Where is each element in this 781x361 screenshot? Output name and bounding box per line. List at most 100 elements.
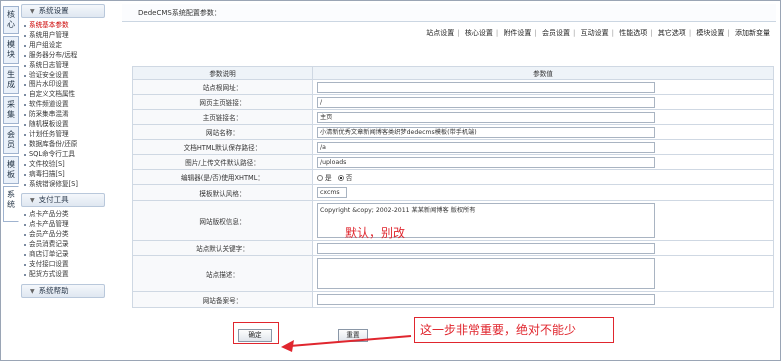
vtab-core[interactable]: 核心: [3, 6, 19, 34]
tab-attachment[interactable]: 附件设置: [503, 29, 531, 37]
menu-item[interactable]: 软件频道设置: [21, 100, 105, 110]
page-title: DedeCMS系统配置参数：: [122, 4, 776, 22]
menu-item[interactable]: 系统用户管理: [21, 31, 105, 41]
tab-other[interactable]: 其它选项: [658, 29, 686, 37]
vtab-member[interactable]: 会员: [3, 126, 19, 154]
menu-item[interactable]: 计划任务管理: [21, 130, 105, 140]
menu-item[interactable]: 支付接口设置: [21, 260, 105, 270]
row-label: 站点默认关键字：: [132, 240, 313, 256]
html-path-input[interactable]: /a: [317, 141, 655, 153]
table-row: 网页主页链接： /: [132, 94, 774, 110]
menu-item[interactable]: 会员产品分类: [21, 230, 105, 240]
menu-item[interactable]: 病毒扫描[S]: [21, 170, 105, 180]
chevron-down-icon: ▼: [30, 287, 35, 295]
menu-item[interactable]: 用户组设定: [21, 41, 105, 51]
tab-separator: |: [573, 29, 576, 37]
menu-item[interactable]: 随机模板设置: [21, 120, 105, 130]
sidebar: ▼ 系统设置 系统基本参数 系统用户管理 用户组设定 服务器分布/远程 系统日志管…: [21, 4, 105, 358]
tab-performance[interactable]: 性能选项: [619, 29, 647, 37]
upload-path-input[interactable]: /uploads: [317, 156, 655, 168]
row-label: 站点根网址：: [132, 79, 313, 95]
menu-item[interactable]: 数据库备份/还原: [21, 140, 105, 150]
index-name-input[interactable]: 主页: [317, 111, 655, 123]
xhtml-no-label: 否: [345, 174, 353, 182]
tab-separator: |: [534, 29, 537, 37]
menu-item[interactable]: SQL命令行工具: [21, 150, 105, 160]
menu-item[interactable]: 防采集串混淆: [21, 110, 105, 120]
row-label: 网站版权信息：: [132, 200, 313, 241]
main-panel: DedeCMS系统配置参数： 站点设置 | 核心设置 | 附件设置 | 会员设置 | 互…: [122, 4, 776, 359]
index-url-input[interactable]: /: [317, 96, 655, 108]
system-menu: 系统基本参数 系统用户管理 用户组设定 服务器分布/远程 系统日志管理 验证安全…: [21, 21, 105, 189]
menu-item[interactable]: 自定义文档属性: [21, 90, 105, 100]
table-row: 网站备案号：: [132, 291, 774, 308]
row-label: 编辑器(是/否)使用XHTML：: [132, 169, 313, 185]
menu-item[interactable]: 会员消费记录: [21, 240, 105, 250]
menu-item[interactable]: 点卡产品分类: [21, 210, 105, 220]
row-label: 文档HTML默认保存路径：: [132, 139, 313, 155]
menu-item[interactable]: 系统日志管理: [21, 61, 105, 71]
row-label: 网站名称：: [132, 124, 313, 140]
menu-item[interactable]: 验证安全设置: [21, 71, 105, 81]
confirm-note: 这一步非常重要，绝对不能少: [420, 323, 577, 337]
tab-site[interactable]: 站点设置: [426, 29, 454, 37]
menu-item[interactable]: 图片水印设置: [21, 80, 105, 90]
row-label: 主页链接名：: [132, 109, 313, 125]
table-row: 站点默认关键字：: [132, 240, 774, 256]
table-row: 网站名称： 小清新优秀文章新闻博客类织梦dedecms模板(带手机端): [132, 124, 774, 140]
table-row: 图片/上传文件默认路径： /uploads: [132, 154, 774, 170]
description-textarea[interactable]: [317, 258, 655, 289]
xhtml-yes-radio[interactable]: [317, 175, 323, 181]
tab-separator: |: [611, 29, 614, 37]
section-system-label: 系统设置: [38, 6, 69, 15]
menu-item[interactable]: 服务器分布/远程: [21, 51, 105, 61]
template-style-input[interactable]: cxcms: [317, 187, 347, 198]
tab-separator: |: [457, 29, 460, 37]
settings-table: 参数说明 参数值 站点根网址： 网页主页链接： / 主页链接名： 主页 网站名称…: [132, 66, 774, 308]
menu-item[interactable]: 商店订单记录: [21, 250, 105, 260]
section-help-header[interactable]: ▼ 系统帮助: [21, 283, 105, 298]
menu-item[interactable]: 系统基本参数: [21, 21, 105, 31]
chevron-down-icon: ▼: [30, 197, 35, 205]
keywords-input[interactable]: [317, 242, 655, 254]
table-row: 文档HTML默认保存路径： /a: [132, 139, 774, 155]
menu-item[interactable]: 配货方式设置: [21, 270, 105, 280]
table-row: 站点描述：: [132, 255, 774, 292]
tab-member[interactable]: 会员设置: [542, 29, 570, 37]
vtab-generate[interactable]: 生成: [3, 66, 19, 94]
tab-add-variable[interactable]: 添加新变量: [735, 29, 770, 37]
section-pay-header[interactable]: ▼ 支付工具: [21, 193, 105, 208]
beian-input[interactable]: [317, 294, 655, 305]
menu-item[interactable]: 点卡产品管理: [21, 220, 105, 230]
header-param-value: 参数值: [312, 66, 774, 80]
vertical-tabs: 核心 模块 生成 采集 会员 模板 系统: [3, 6, 19, 224]
section-pay-label: 支付工具: [38, 195, 69, 205]
vtab-collect[interactable]: 采集: [3, 96, 19, 124]
section-system-header[interactable]: ▼ 系统设置: [21, 4, 105, 18]
table-row: 主页链接名： 主页: [132, 109, 774, 125]
site-url-input[interactable]: [317, 81, 655, 93]
row-label: 图片/上传文件默认路径：: [132, 154, 313, 170]
xhtml-yes-label: 是: [325, 174, 332, 182]
menu-item[interactable]: 系统错误修复[S]: [21, 180, 105, 190]
xhtml-no-radio[interactable]: [337, 175, 344, 181]
pay-menu: 点卡产品分类 点卡产品管理 会员产品分类 会员消费记录 商店订单记录 支付接口设…: [21, 210, 105, 279]
table-row: 网站版权信息： Copyright &copy; 2002-2011 某某新闻博…: [132, 200, 774, 241]
tab-separator: |: [650, 29, 653, 37]
table-row: 站点根网址：: [132, 79, 774, 95]
confirm-highlight-box: [233, 322, 279, 344]
tab-core[interactable]: 核心设置: [465, 29, 493, 37]
tab-interact[interactable]: 互动设置: [581, 29, 609, 37]
tab-module[interactable]: 模块设置: [696, 29, 724, 37]
tab-separator: |: [688, 29, 692, 37]
table-row: 编辑器(是/否)使用XHTML： 是 否: [132, 169, 774, 185]
tab-separator: |: [727, 29, 730, 37]
template-note: 默认，别改: [345, 226, 406, 240]
vtab-system[interactable]: 系统: [3, 186, 19, 222]
site-name-input[interactable]: 小清新优秀文章新闻博客类织梦dedecms模板(带手机端): [317, 126, 655, 138]
menu-item[interactable]: 文件校验[S]: [21, 160, 105, 170]
header-param-desc: 参数说明: [132, 66, 313, 80]
vtab-template[interactable]: 模板: [3, 156, 19, 184]
vtab-module[interactable]: 模块: [3, 36, 19, 64]
row-label: 站点描述：: [132, 255, 313, 292]
